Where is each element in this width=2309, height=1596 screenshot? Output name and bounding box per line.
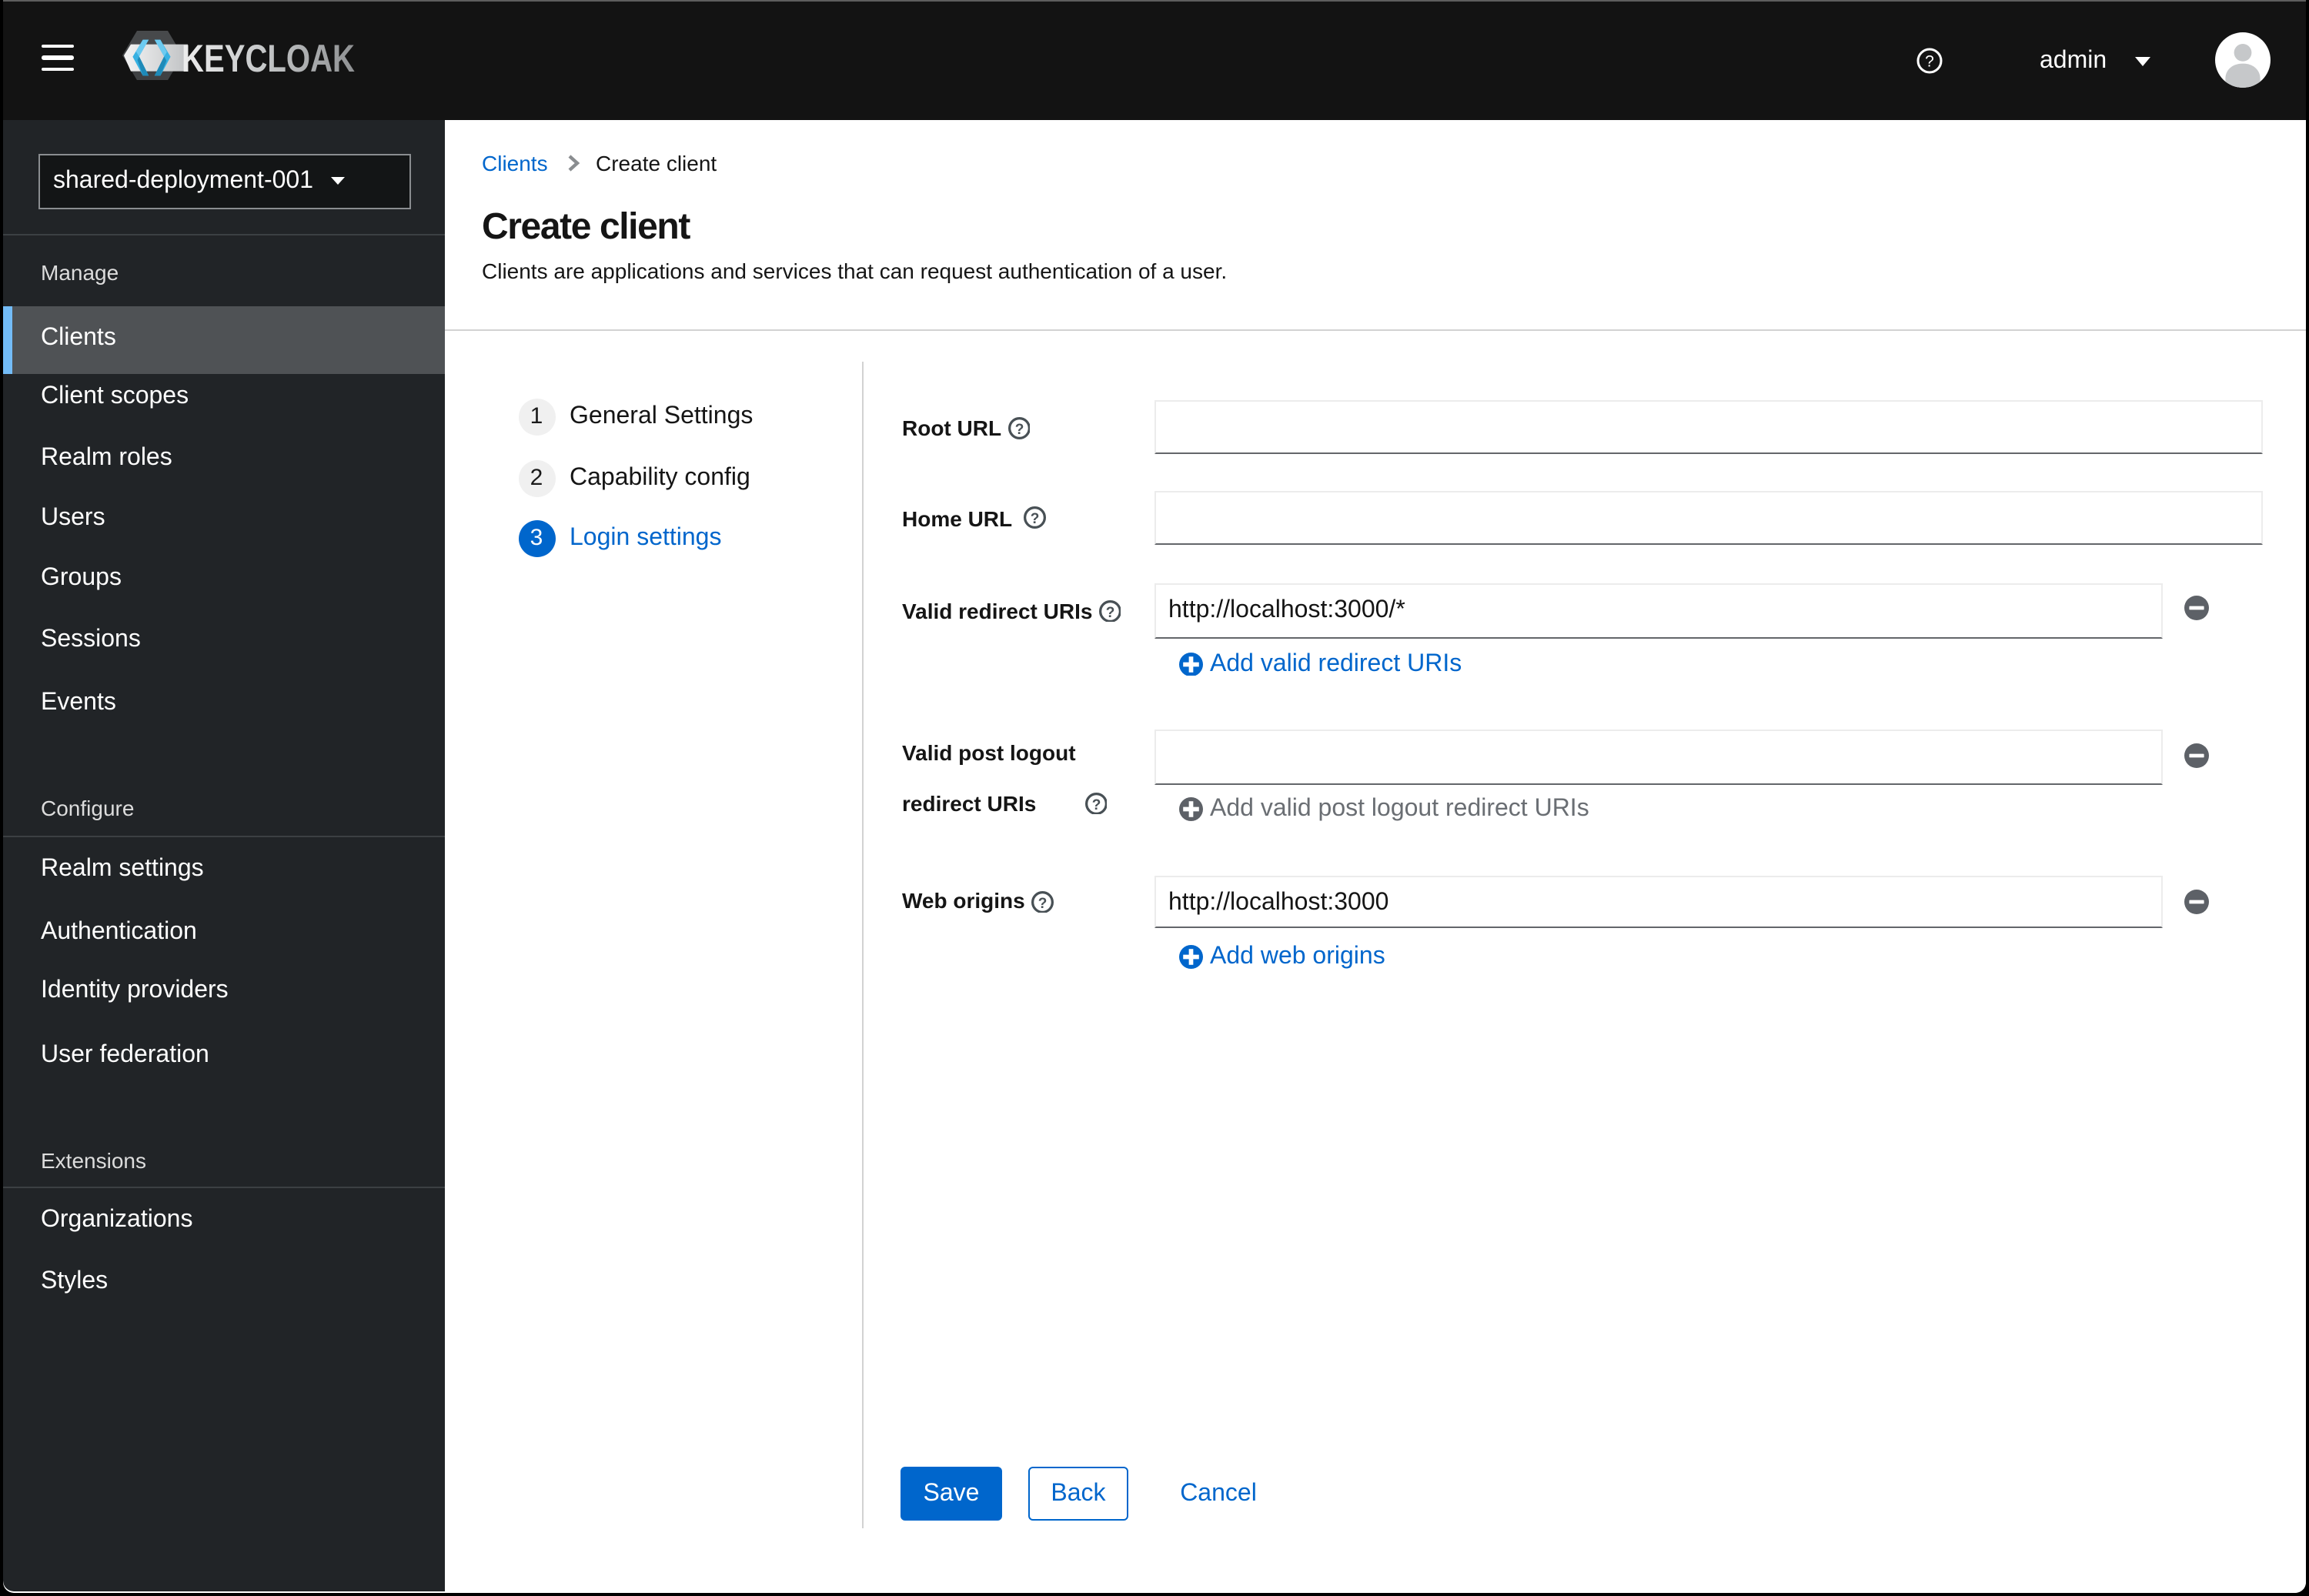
svg-text:KEYCLOAK: KEYCLOAK <box>182 37 355 80</box>
svg-text:?: ? <box>1106 604 1115 620</box>
svg-text:?: ? <box>1014 422 1024 438</box>
svg-text:?: ? <box>1038 895 1048 911</box>
svg-text:?: ? <box>1091 796 1101 813</box>
svg-text:?: ? <box>1925 52 1934 70</box>
svg-text:?: ? <box>1031 511 1040 527</box>
